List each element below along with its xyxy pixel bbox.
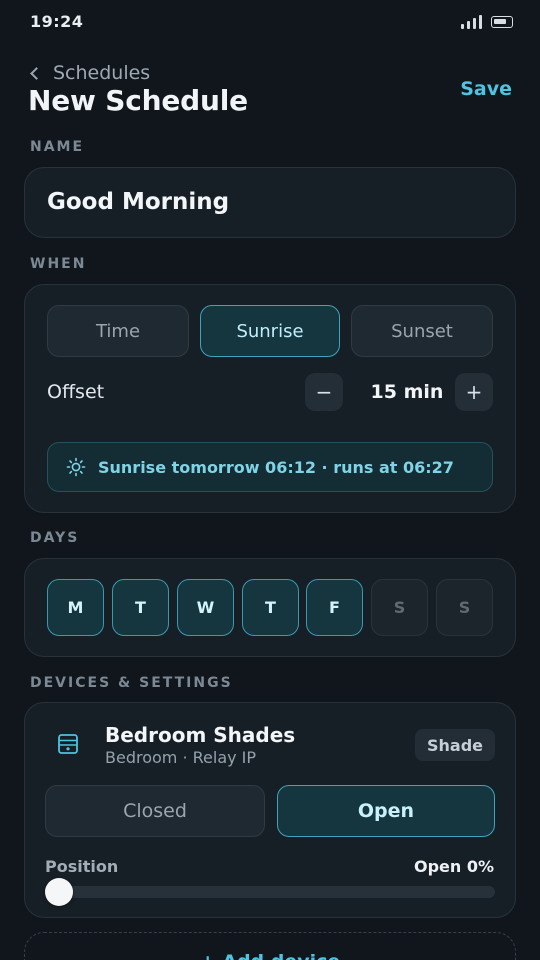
trigger-option-time[interactable]: Time [47, 305, 189, 357]
status-time: 19:24 [30, 12, 84, 31]
name-value: Good Morning [47, 189, 230, 215]
position-slider-thumb[interactable] [45, 878, 73, 906]
offset-value: 15 min [370, 381, 444, 403]
device-name: Bedroom Shades [105, 723, 296, 747]
chevron-left-icon [30, 66, 43, 80]
position-value: Open 0% [413, 857, 494, 876]
save-button[interactable]: Save [460, 78, 512, 100]
day-toggle-sunday[interactable]: S [436, 579, 493, 636]
status-bar: 19:24 [0, 0, 540, 44]
day-toggle-monday[interactable]: M [47, 579, 104, 636]
back-label: Schedules [53, 62, 151, 84]
sun-icon [66, 457, 86, 477]
devices-section-label: DEVICES & SETTINGS [30, 675, 233, 691]
trigger-option-sunrise[interactable]: Sunrise [200, 305, 340, 357]
page-title: New Schedule [28, 84, 248, 117]
mode-closed-button[interactable]: Closed [45, 785, 265, 837]
schedule-screen: 19:24 Schedules New Schedule Save NAME G… [0, 0, 540, 960]
shade-icon [58, 734, 78, 754]
day-toggle-wednesday[interactable]: W [177, 579, 234, 636]
when-section-label: WHEN [30, 256, 87, 272]
add-device-button[interactable]: + Add device [24, 932, 516, 960]
trigger-option-sunset[interactable]: Sunset [351, 305, 493, 357]
mode-open-button[interactable]: Open [277, 785, 495, 837]
signal-icon [461, 15, 485, 29]
position-label: Position [45, 857, 119, 876]
offset-decrement-button[interactable]: − [305, 373, 343, 411]
battery-icon [491, 16, 513, 28]
offset-label: Offset [47, 381, 105, 403]
day-toggle-saturday[interactable]: S [371, 579, 428, 636]
add-device-label: + Add device [200, 951, 341, 960]
name-section-label: NAME [30, 139, 85, 155]
device-type-badge: Shade [414, 729, 495, 761]
name-field[interactable]: Good Morning [24, 167, 516, 238]
position-slider[interactable] [45, 878, 495, 906]
device-subtitle: Bedroom · Relay IP [105, 748, 257, 767]
back-button[interactable]: Schedules [28, 60, 150, 86]
sunrise-info-text: Sunrise tomorrow 06:12 · runs at 06:27 [98, 457, 454, 477]
sunrise-info-banner: Sunrise tomorrow 06:12 · runs at 06:27 [47, 442, 493, 492]
days-card: M T W T F S S [24, 558, 516, 657]
day-toggle-thursday[interactable]: T [242, 579, 299, 636]
day-toggle-tuesday[interactable]: T [112, 579, 169, 636]
days-section-label: DAYS [30, 530, 80, 546]
device-card: Bedroom Shades Bedroom · Relay IP Shade … [24, 702, 516, 918]
when-card: Time Sunrise Sunset Offset − 15 min + Su… [24, 284, 516, 513]
day-toggle-friday[interactable]: F [306, 579, 363, 636]
offset-increment-button[interactable]: + [455, 373, 493, 411]
